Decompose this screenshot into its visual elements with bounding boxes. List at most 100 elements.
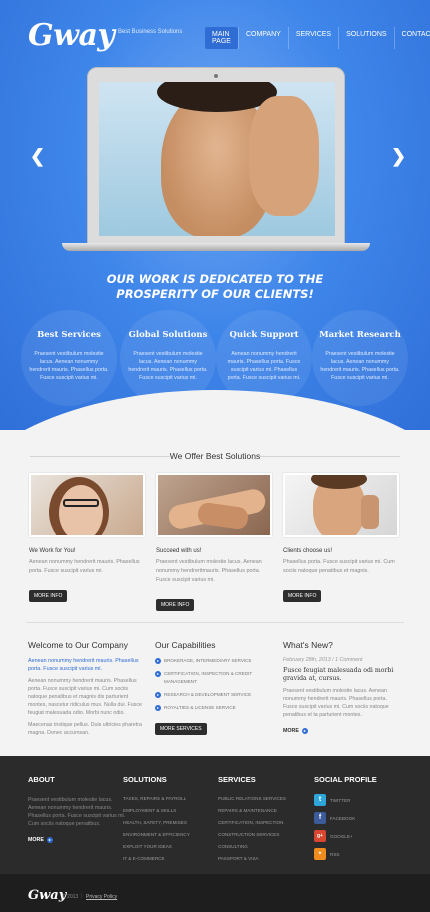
footer: ABOUT Praesent vestibulum molestie lacus… — [0, 756, 430, 874]
section-divider — [26, 622, 404, 623]
footer-link[interactable]: CONSTRUCTION SERVICES — [218, 832, 318, 838]
arrow-right-icon: ▸ — [155, 671, 161, 677]
offer-card: We Work for You! Aenean nonummy hendreri… — [29, 473, 145, 602]
news-text: Praesent vestibulum molestie lacus. Aene… — [283, 688, 389, 718]
rss-icon: ⋆ — [314, 848, 326, 860]
welcome-title: Welcome to Our Company — [28, 640, 128, 650]
more-services-button[interactable]: MORE SERVICES — [155, 723, 207, 735]
google-plus-icon: g+ — [314, 830, 326, 842]
hero-heading: OUR WORK IS DEDICATED TO THE PROSPERITY … — [106, 272, 324, 301]
feature-market-research[interactable]: Market Research Praesent vestibulum mole… — [312, 310, 408, 406]
card-text: Aenean nonummy hendrerit mauris. Phasell… — [29, 559, 140, 574]
arrow-right-icon: ▸ — [155, 705, 161, 711]
nav-item-services[interactable]: SERVICES — [287, 27, 338, 49]
hero-section: Gway Best Business Solutions MAIN PAGE C… — [0, 0, 430, 430]
arrow-right-icon: ▸ — [46, 837, 53, 843]
footer-services-list: PUBLIC RELATIONS SERVICES REPAIRS & MAIN… — [218, 796, 318, 862]
capability-item[interactable]: ▸ RESEARCH & DEVELOPMENT SERVICE — [155, 691, 273, 699]
capabilities-column: ▸ BROKERAGE, INTERMEDIARY SERVICE ▸ CERTIF… — [155, 657, 273, 735]
capability-item[interactable]: ▸ ROYALTIES & LICENSE SERVICE — [155, 704, 273, 712]
laptop-camera — [214, 74, 218, 78]
footer-link[interactable]: EMPLOYMENT & SKILLS — [123, 808, 223, 814]
laptop-base — [62, 243, 370, 251]
social-link-google-plus[interactable]: g+ GOOGLE+ — [314, 830, 414, 842]
welcome-column: Aenean nonummy hendrerit mauris. Phasell… — [28, 657, 146, 737]
social-link-facebook[interactable]: f FACEBOOK — [314, 812, 414, 824]
more-info-button[interactable]: MORE INFO — [156, 599, 195, 611]
offer-card: Clients choose us! Phasellus porta. Fusc… — [283, 473, 399, 602]
card-title: Succeed with us! — [156, 548, 202, 554]
man-hand — [249, 96, 319, 216]
slider-next-icon[interactable]: ❯ — [391, 146, 406, 167]
nav-item-solutions[interactable]: SOLUTIONS — [338, 27, 393, 49]
more-label: MORE — [28, 837, 44, 843]
page: Gway Best Business Solutions MAIN PAGE C… — [0, 0, 430, 912]
more-info-button[interactable]: MORE INFO — [283, 590, 322, 602]
footer-link[interactable]: CONSULTING — [218, 844, 318, 850]
social-link-rss[interactable]: ⋆ RSS — [314, 848, 414, 860]
more-info-button[interactable]: MORE INFO — [29, 590, 68, 602]
footer-link[interactable]: EXPLOIT YOUR IDEAS — [123, 844, 223, 850]
feature-title: Best Services — [37, 330, 101, 340]
nav-item-contacts[interactable]: CONTACTS — [393, 27, 430, 49]
social-label: RSS — [330, 851, 340, 857]
social-list: t TWITTER f FACEBOOK g+ GOOGLE+ ⋆ RSS — [314, 794, 414, 860]
capabilities-list: ▸ BROKERAGE, INTERMEDIARY SERVICE ▸ CERTIF… — [155, 657, 273, 712]
social-link-twitter[interactable]: t TWITTER — [314, 794, 414, 806]
news-more-link[interactable]: MORE ▸ — [283, 728, 308, 734]
privacy-policy-link[interactable]: Privacy Policy — [86, 894, 117, 900]
capability-label: CERTIFICATION, INSPECTION & CREDIT MANAG… — [164, 671, 253, 684]
news-title: What's New? — [283, 640, 333, 650]
card-text: Phasellus porta. Fusce suscipit varius m… — [283, 559, 395, 574]
footer-link[interactable]: CERTIFICATION, INSPECTION — [218, 820, 318, 826]
slider-prev-icon[interactable]: ❮ — [30, 146, 45, 167]
news-date-text: February 28th, 2013 — [283, 657, 331, 663]
footer-link[interactable]: HEALTH, SAFETY, PREMISES — [123, 820, 223, 826]
arrow-right-icon: ▸ — [155, 692, 161, 698]
feature-text: Praesent vestibulum molestie lacus. Aene… — [320, 351, 400, 381]
welcome-text-2: Maecenas tristique pellus. Duis ultricie… — [28, 722, 142, 736]
capability-item[interactable]: ▸ BROKERAGE, INTERMEDIARY SERVICE — [155, 657, 273, 665]
capability-label: RESEARCH & DEVELOPMENT SERVICE — [164, 692, 252, 697]
footer-about-text: Praesent vestibulum molestie lacus. Aene… — [28, 797, 126, 827]
slider-laptop-image — [87, 67, 345, 245]
logo[interactable]: Gway — [28, 18, 115, 53]
social-label: GOOGLE+ — [330, 833, 353, 839]
card-text: Praesent vestibulum molestie lacus. Aene… — [156, 559, 262, 583]
feature-title: Global Solutions — [128, 330, 208, 340]
news-comments[interactable]: 1 Comment — [335, 657, 362, 663]
footer-link[interactable]: PASSPORT & VISA — [218, 856, 318, 862]
feature-title: Quick Support — [229, 330, 299, 340]
news-column: February 28th, 2013 / 1 Comment Fusce fe… — [283, 657, 401, 737]
footer-link[interactable]: TAXES, REPAIRS & PAYROLL — [123, 796, 223, 802]
news-date: February 28th, 2013 / 1 Comment — [283, 657, 363, 663]
main-nav: MAIN PAGE COMPANY SERVICES SOLUTIONS CON… — [205, 27, 430, 49]
feature-text: Aenean nonummy hendrerit mauris. Phasell… — [227, 351, 301, 381]
woman-glasses-image — [29, 473, 145, 537]
capabilities-title: Our Capabilities — [155, 640, 216, 650]
offer-card: Succeed with us! Praesent vestibulum mol… — [156, 473, 272, 611]
feature-best-services[interactable]: Best Services Praesent vestibulum molest… — [21, 310, 117, 406]
welcome-link[interactable]: Aenean nonummy hendrerit mauris. Phasell… — [28, 657, 146, 673]
capability-label: BROKERAGE, INTERMEDIARY SERVICE — [164, 658, 252, 663]
nav-item-main-page[interactable]: MAIN PAGE — [205, 27, 238, 49]
footer-more-link[interactable]: MORE ▸ — [28, 837, 53, 843]
footer-about-title: ABOUT — [28, 775, 55, 784]
footer-social-title: SOCIAL PROFILE — [314, 775, 377, 784]
feature-title: Market Research — [319, 330, 401, 340]
footer-link[interactable]: IT & E-COMMERCE — [123, 856, 223, 862]
footer-logo[interactable]: Gway — [28, 888, 66, 903]
capability-item[interactable]: ▸ CERTIFICATION, INSPECTION & CREDIT MANA… — [155, 670, 273, 686]
arrow-right-icon: ▸ — [301, 728, 308, 734]
footer-link[interactable]: REPAIRS & MAINTENANCE — [218, 808, 318, 814]
footer-solutions-list: TAXES, REPAIRS & PAYROLL EMPLOYMENT & SK… — [123, 796, 223, 862]
social-label: FACEBOOK — [330, 815, 356, 821]
footer-link[interactable]: PUBLIC RELATIONS SERVICES — [218, 796, 318, 802]
arrow-right-icon: ▸ — [155, 658, 161, 664]
more-label: MORE — [283, 728, 299, 734]
footer-link[interactable]: ENVIRONMENT & EFFICIENCY — [123, 832, 223, 838]
slider-photo — [99, 82, 335, 236]
card-title: Clients choose us! — [283, 548, 333, 554]
nav-item-company[interactable]: COMPANY — [237, 27, 288, 49]
news-headline[interactable]: Fusce feugiat malesuada odi morbi gravid… — [283, 667, 401, 683]
